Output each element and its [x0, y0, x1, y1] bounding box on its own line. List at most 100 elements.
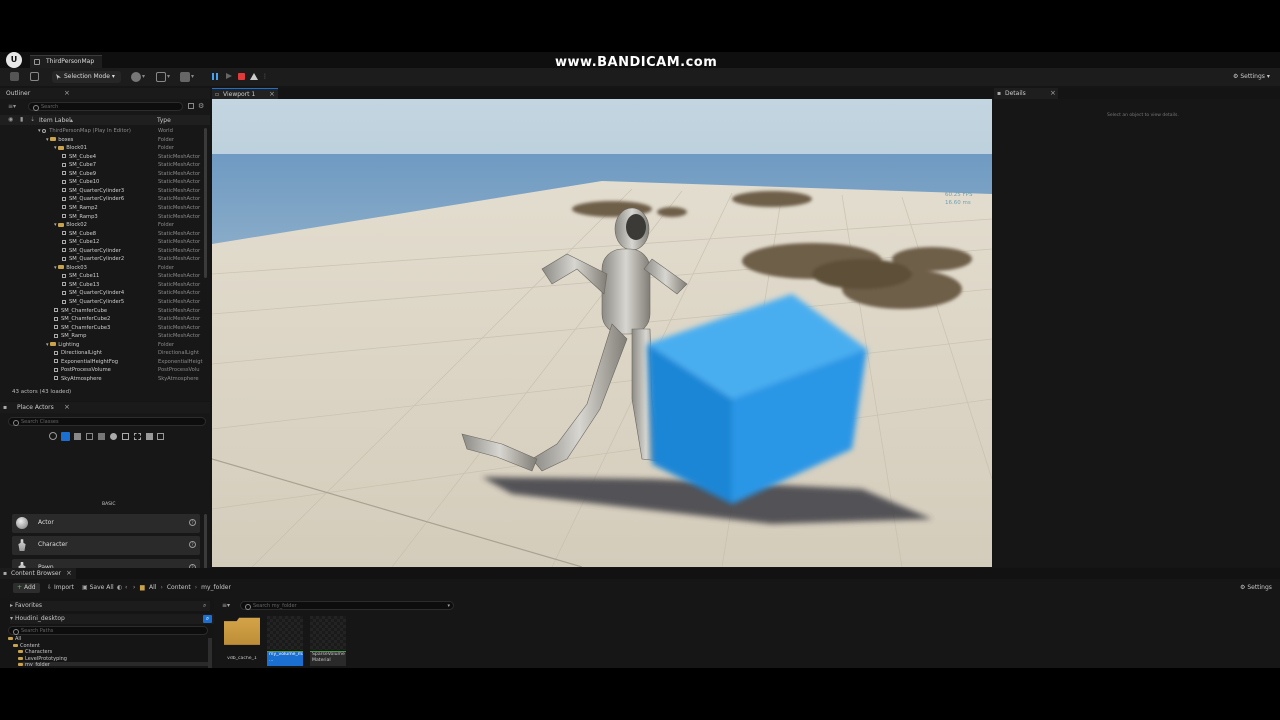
add-actor-icon[interactable] [131, 72, 141, 82]
level-viewport[interactable]: 60.25 FPS 16.60 ms [212, 99, 992, 567]
geometry-icon[interactable] [122, 433, 129, 440]
all-classes-icon[interactable] [146, 433, 153, 440]
forward-icon[interactable]: › [133, 583, 135, 593]
outliner-row[interactable]: SM_QuarterCylinder6 StaticMeshActor [0, 195, 204, 204]
breadcrumb-item[interactable]: Content [167, 584, 191, 591]
basic-category-icon[interactable] [61, 432, 70, 441]
col-item-label[interactable]: Item Label [39, 117, 71, 124]
close-icon[interactable]: × [1050, 88, 1056, 99]
asset-tile[interactable]: SparseVolume Material [308, 614, 348, 668]
outliner-row[interactable]: ▾ ThirdPersonMap (Play In Editor) World [0, 127, 204, 136]
more-options-icon[interactable]: ⋮ [262, 71, 268, 83]
project-section[interactable]: ▾ Houdini_desktop ⌕ [10, 614, 214, 624]
outliner-row[interactable]: DirectionalLight DirectionalLight [0, 349, 204, 358]
save-icon[interactable] [10, 72, 19, 81]
outliner-row[interactable]: SM_Cube11 StaticMeshActor [0, 272, 204, 281]
more-categories-icon[interactable] [157, 433, 164, 440]
tree-scrollbar[interactable] [208, 638, 212, 668]
outliner-row[interactable]: SM_QuarterCylinder5 StaticMeshActor [0, 298, 204, 307]
outliner-row[interactable]: ▾ Block02 Folder [0, 221, 204, 230]
stop-icon[interactable] [238, 73, 245, 80]
favorites-section[interactable]: ▸ Favorites ⌕ [10, 601, 210, 611]
cinematic-category-icon[interactable] [98, 433, 105, 440]
outliner-row[interactable]: SM_Cube12 StaticMeshActor [0, 238, 204, 247]
outliner-row[interactable]: SM_ChamferCube StaticMeshActor [0, 307, 204, 316]
filter-icon[interactable]: ≡▾ [222, 602, 230, 609]
settings-button[interactable]: ⚙ Settings ▾ [1233, 71, 1270, 83]
content-browser-tab[interactable]: ▪ Content Browser × [0, 568, 76, 579]
outliner-row[interactable]: ▾ boxes Folder [0, 136, 204, 145]
filter-icon[interactable]: ≡▾ [8, 103, 16, 110]
outliner-scrollbar[interactable] [204, 128, 207, 278]
lock-icon[interactable]: ▮ [20, 116, 23, 123]
outliner-row[interactable]: SM_ChamferCube2 StaticMeshActor [0, 315, 204, 324]
col-type[interactable]: Type [157, 117, 171, 124]
chevron-down-icon[interactable]: ▾ [167, 71, 170, 83]
outliner-row[interactable]: ▾ Block03 Folder [0, 264, 204, 273]
asset-search-input[interactable]: Search my_folder ▾ [240, 601, 454, 610]
cb-settings-button[interactable]: ⚙ Settings [1240, 583, 1272, 593]
pause-icon[interactable] [216, 73, 218, 80]
folder-tree-item[interactable]: my_folder [18, 662, 208, 666]
outliner-row[interactable]: SM_QuarterCylinder4 StaticMeshActor [0, 289, 204, 298]
eye-icon[interactable]: ◉ [8, 116, 13, 123]
outliner-row[interactable]: ▾ Block01 Folder [0, 144, 204, 153]
asset-tile[interactable]: my_volume_material ... [265, 614, 305, 668]
class-search-input[interactable]: Search Classes [8, 417, 206, 426]
gear-icon[interactable]: ⚙ [198, 102, 204, 110]
add-folder-icon[interactable] [188, 103, 194, 109]
folder-icon[interactable]: ▆ [140, 583, 145, 593]
chevron-down-icon[interactable]: ▾ [191, 71, 194, 83]
pin-icon[interactable]: ⇣ [30, 116, 35, 123]
recent-icon[interactable] [49, 432, 57, 440]
volumes-icon[interactable] [134, 433, 141, 440]
blueprint-icon[interactable] [156, 72, 166, 82]
outliner-row[interactable]: SM_Ramp3 StaticMeshActor [0, 213, 204, 222]
eject-icon[interactable] [250, 73, 258, 80]
search-icon[interactable]: ⌕ [203, 601, 206, 611]
history-icon[interactable]: ◐ [117, 583, 122, 593]
path-search-input[interactable]: Search Paths [8, 626, 208, 635]
outliner-row[interactable]: ▾ Lighting Folder [0, 341, 204, 350]
breadcrumb-item[interactable]: my_folder [201, 584, 231, 591]
outliner-row[interactable]: SM_Ramp StaticMeshActor [0, 332, 204, 341]
outliner-row[interactable]: SM_Cube7 StaticMeshActor [0, 161, 204, 170]
cinematics-icon[interactable] [180, 72, 190, 82]
outliner-row[interactable]: SM_Cube8 StaticMeshActor [0, 230, 204, 239]
help-icon[interactable]: ? [189, 519, 196, 526]
place-actors-tab[interactable]: ▪ Place Actors × [0, 402, 210, 413]
close-icon[interactable]: × [66, 568, 72, 579]
selection-mode-dropdown[interactable]: Selection Mode ▾ [52, 71, 121, 83]
content-icon[interactable] [30, 72, 39, 81]
close-icon[interactable]: × [64, 402, 70, 413]
unreal-logo-icon[interactable]: U [6, 52, 22, 68]
outliner-row[interactable]: SM_QuarterCylinder StaticMeshActor [0, 247, 204, 256]
help-icon[interactable]: ? [189, 541, 196, 549]
outliner-row[interactable]: ExponentialHeightFog ExponentialHeigt [0, 358, 204, 367]
add-button[interactable]: + Add [13, 583, 40, 593]
outliner-row[interactable]: SM_Ramp2 StaticMeshActor [0, 204, 204, 213]
map-tab[interactable]: ThirdPersonMap [30, 55, 103, 68]
outliner-row[interactable]: SM_Cube9 StaticMeshActor [0, 170, 204, 179]
outliner-row[interactable]: SM_Cube13 StaticMeshActor [0, 281, 204, 290]
outliner-row[interactable]: SM_QuarterCylinder3 StaticMeshActor [0, 187, 204, 196]
back-icon[interactable]: ‹ [125, 583, 127, 593]
step-icon[interactable] [226, 73, 232, 79]
outliner-row[interactable]: SM_QuarterCylinder2 StaticMeshActor [0, 255, 204, 264]
asset-tile[interactable]: vdb_cache_1 [222, 614, 262, 668]
outliner-row[interactable]: SM_ChamferCube3 StaticMeshActor [0, 324, 204, 333]
outliner-tab[interactable]: Outliner × [0, 88, 210, 99]
save-all-button[interactable]: ▣ Save All [82, 583, 114, 593]
outliner-row[interactable]: PostProcessVolume PostProcessVolu [0, 366, 204, 375]
lights-category-icon[interactable] [74, 433, 81, 440]
import-button[interactable]: ⇩ Import [47, 583, 74, 593]
viewport-scene[interactable]: 60.25 FPS 16.60 ms [212, 99, 992, 567]
close-icon[interactable]: × [64, 88, 70, 99]
viewport-tab[interactable]: ▫ Viewport 1 × [212, 88, 278, 99]
outliner-row[interactable]: SkyAtmosphere SkyAtmosphere [0, 375, 204, 384]
visual-effects-icon[interactable] [110, 433, 117, 440]
breadcrumb-item[interactable]: All [149, 584, 156, 591]
outliner-row[interactable]: SM_Cube4 StaticMeshActor [0, 153, 204, 162]
chevron-down-icon[interactable]: ▾ [142, 71, 145, 83]
search-icon[interactable]: ⌕ [203, 615, 212, 623]
